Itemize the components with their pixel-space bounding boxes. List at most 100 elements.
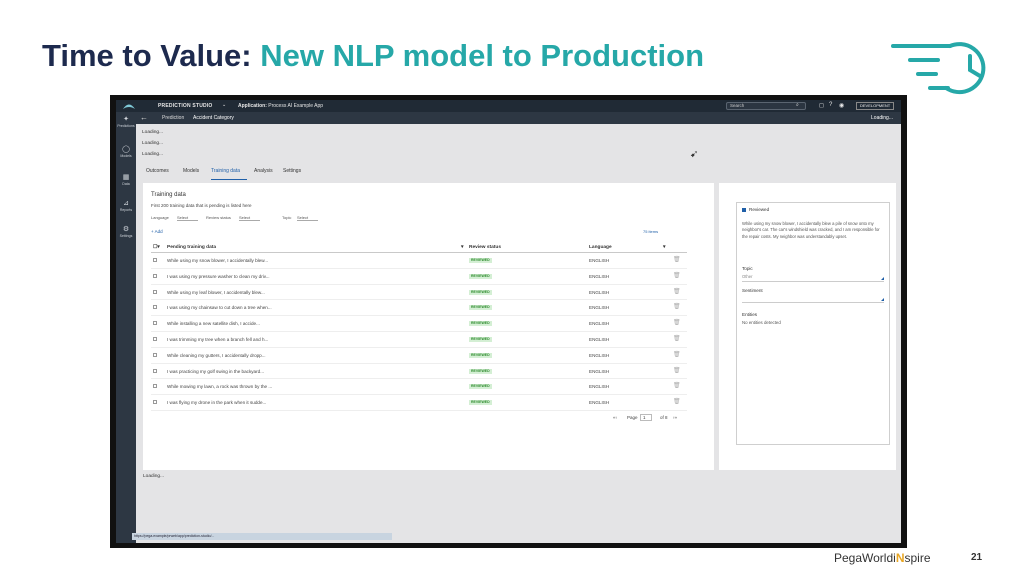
grid-icon: ▦ [122, 174, 130, 181]
table-row[interactable]: I was trimming my tree when a branch fel… [151, 332, 687, 348]
table-header: ☐▾ Pending training data ▾ Review status… [151, 241, 687, 253]
page-input[interactable]: 1 [640, 414, 652, 421]
filter-icon[interactable]: ▾ [461, 245, 463, 250]
add-button[interactable]: + Add [151, 229, 163, 234]
search-icon[interactable]: ⌕ [796, 102, 799, 108]
topic-filter-label: Topic [282, 215, 292, 220]
trash-icon[interactable]: 🗑 [673, 303, 681, 310]
row-checkbox[interactable] [153, 336, 157, 341]
user-icon[interactable]: ◉ [839, 102, 844, 109]
trash-icon[interactable]: 🗑 [673, 288, 681, 295]
trash-icon[interactable]: 🗑 [673, 367, 681, 374]
table-row[interactable]: I was flying my drone in the park when i… [151, 395, 687, 411]
table-row[interactable]: While cleaning my gutters, I accidentall… [151, 348, 687, 364]
status-url-bar: https://pega.example/prweb/app/predictio… [132, 533, 392, 540]
gear-icon: ⚙ [122, 226, 130, 233]
page-label: Page [627, 415, 638, 420]
tab-settings[interactable]: Settings [283, 168, 301, 174]
training-data-panel: Training data First 200 training data th… [143, 183, 714, 470]
nav-settings[interactable]: ⚙ Settings [116, 226, 136, 238]
language-filter-select[interactable]: Select [177, 215, 199, 221]
dropdown-corner-icon [881, 277, 884, 280]
row-checkbox[interactable] [153, 384, 157, 389]
detail-description: While using my snow blower, I accidental… [742, 221, 880, 239]
trash-icon[interactable]: 🗑 [673, 256, 681, 263]
row-checkbox[interactable] [153, 273, 157, 278]
panel-title: Training data [151, 192, 186, 198]
row-checkbox[interactable] [153, 352, 157, 357]
breadcrumb-prediction[interactable]: Prediction [162, 115, 184, 121]
help-icon[interactable]: ? [829, 102, 832, 108]
tab-models[interactable]: Models [183, 168, 199, 174]
page-number: 21 [971, 552, 983, 563]
trash-icon[interactable]: 🗑 [673, 335, 681, 342]
dropdown-corner-icon [881, 298, 884, 301]
chevron-down-icon[interactable]: ⌄ [222, 102, 226, 108]
tab-training-data[interactable]: Training data [211, 168, 240, 174]
topic-filter-select[interactable]: Select [297, 215, 319, 221]
top-bar: PREDICTION STUDIO ⌄ Application: Process… [116, 100, 901, 112]
select-all-checkbox[interactable]: ☐▾ [153, 245, 160, 250]
trash-icon[interactable]: 🗑 [673, 272, 681, 279]
status-badge: REVIEWED [469, 368, 492, 374]
topic-label: Topic [742, 266, 753, 271]
trash-icon[interactable]: 🗑 [673, 351, 681, 358]
table-row[interactable]: While mowing my lawn, a rock was thrown … [151, 379, 687, 396]
row-language: ENGLISH [589, 305, 610, 311]
trash-icon[interactable]: 🗑 [673, 382, 681, 389]
nav-predictions[interactable]: ✦ Predictions [116, 116, 136, 128]
status-badge: REVIEWED [469, 258, 492, 263]
tab-analysis[interactable]: Analysis [254, 168, 273, 174]
trash-icon[interactable]: 🗑 [673, 398, 681, 405]
screen-frame: PREDICTION STUDIO ⌄ Application: Process… [110, 95, 907, 548]
back-arrow-icon[interactable]: ← [140, 113, 148, 122]
chart-icon: ⊿ [123, 200, 129, 207]
row-text: While mowing my lawn, a rock was thrown … [167, 384, 273, 390]
nav-data[interactable]: ▦ Data [116, 174, 136, 186]
loading-line: Loading... [143, 474, 165, 479]
row-checkbox[interactable] [153, 289, 157, 294]
filter-icon[interactable]: ▾ [663, 245, 665, 250]
prev-page-button[interactable]: «‹ [613, 415, 617, 420]
notification-icon[interactable]: ◻ [819, 102, 824, 109]
table-row[interactable]: I was using my chainsaw to cut down a tr… [151, 300, 687, 317]
mouse-cursor-icon: ➹ [690, 149, 699, 160]
row-checkbox[interactable] [153, 368, 157, 373]
table-row[interactable]: While using my snow blower, I accidental… [151, 253, 687, 269]
table-body: While using my snow blower, I accidental… [151, 253, 687, 411]
table-row[interactable]: While installing a new satellite dish, I… [151, 316, 687, 332]
row-checkbox[interactable] [153, 305, 157, 310]
panel-subtitle: First 200 training data that is pending … [151, 203, 252, 208]
column-header-pending[interactable]: Pending training data [167, 245, 216, 250]
table-row[interactable]: I was using my pressure washer to clean … [151, 269, 687, 285]
items-count[interactable]: 75 items [643, 229, 658, 234]
entities-label: Entities [742, 312, 758, 317]
studio-switcher[interactable]: PREDICTION STUDIO [158, 103, 213, 109]
table-row[interactable]: I was practicing my golf swing in the ba… [151, 364, 687, 380]
status-badge: REVIEWED [469, 321, 492, 327]
row-text: I was practicing my golf swing in the ba… [167, 368, 265, 374]
column-header-status[interactable]: Review status [469, 245, 501, 250]
row-checkbox[interactable] [153, 321, 157, 326]
topic-dropdown[interactable]: Other [742, 273, 884, 282]
row-language: ENGLISH [589, 384, 610, 390]
nav-reports[interactable]: ⊿ Reports [116, 200, 136, 212]
page-total: of 8 [660, 415, 668, 420]
table-row[interactable]: While using my leaf blower, I accidental… [151, 285, 687, 301]
nav-models[interactable]: ◯ Models [116, 146, 136, 158]
review-filter-select[interactable]: Select [239, 215, 261, 221]
row-text: I was using my chainsaw to cut down a tr… [167, 305, 272, 311]
search-input[interactable]: Search [726, 102, 806, 110]
pega-logo-icon [123, 104, 135, 109]
row-text: While using my snow blower, I accidental… [167, 258, 269, 263]
row-language: ENGLISH [589, 400, 610, 406]
row-language: ENGLISH [589, 321, 610, 327]
sentiment-dropdown[interactable] [742, 294, 884, 303]
reviewed-checkbox[interactable] [742, 208, 746, 212]
row-checkbox[interactable] [153, 258, 157, 262]
row-checkbox[interactable] [153, 400, 157, 405]
next-page-button[interactable]: ›» [673, 415, 677, 420]
tab-outcomes[interactable]: Outcomes [146, 168, 169, 174]
column-header-language[interactable]: Language [589, 245, 612, 250]
trash-icon[interactable]: 🗑 [673, 319, 681, 326]
